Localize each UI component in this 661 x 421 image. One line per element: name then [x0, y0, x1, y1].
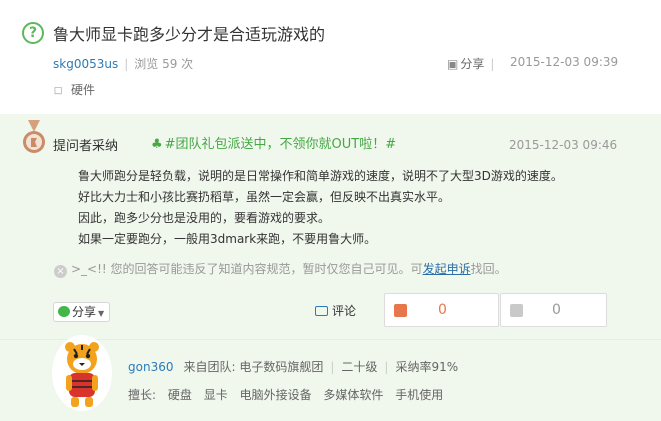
- comment-button[interactable]: 评论: [315, 302, 356, 319]
- question-title: 鲁大师显卡跑多少分才是合适玩游戏的: [53, 25, 326, 44]
- question-tag[interactable]: ◇ 硬件: [49, 81, 96, 100]
- moderation-notice: × >_<!! 您的回答可能违反了知道内容规范，暂时仅您自己可见。可发起申诉找回。: [54, 260, 507, 278]
- answer-body: 鲁大师跑分是轻负载，说明的是日常操作和简单游戏的速度，说明不了大型3D游戏的速度…: [78, 166, 563, 250]
- downvote-button[interactable]: 0: [500, 293, 607, 327]
- question-meta: skg0053us | 浏览 59 次: [53, 55, 193, 72]
- answerer-level: 二十级: [341, 360, 378, 374]
- answer-share-button[interactable]: 分享 ▼: [53, 302, 110, 322]
- question-share-button[interactable]: ▣ 分享 |: [447, 55, 500, 72]
- tag-icon: ◇: [49, 81, 67, 100]
- wechat-icon: [58, 306, 70, 317]
- tag-label: 硬件: [71, 83, 96, 97]
- skill-tag[interactable]: 电脑外接设备: [240, 388, 312, 402]
- skill-tag[interactable]: 手机使用: [395, 388, 443, 402]
- answerer-card: gon360 来自团队: 电子数码旗舰团 | 二十级 | 采纳率91% 擅长: 硬盘 显卡…: [0, 335, 661, 421]
- question-date: 2015-12-03 09:39: [510, 55, 619, 69]
- notice-text: >_<!! 您的回答可能违反了知道内容规范，暂时仅您自己可见。可: [71, 262, 423, 276]
- info-divider: |: [384, 360, 389, 374]
- gift-icon: ♣: [151, 137, 163, 152]
- skill-tag[interactable]: 显卡: [204, 388, 228, 402]
- appeal-link[interactable]: 发起申诉: [423, 262, 471, 276]
- answer-line: 好比大力士和小孩比赛扔稻草，虽然一定会赢，但反映不出真实水平。: [78, 190, 451, 204]
- answer-line: 如果一定要跑分，一般用3dmark来跑，不要用鲁大师。: [78, 232, 377, 246]
- answerer-team[interactable]: 来自团队: 电子数码旗舰团: [183, 360, 323, 374]
- thumbs-down-icon: [510, 304, 523, 317]
- accepted-badge: 提问者采纳: [53, 139, 119, 154]
- answerer-skills: 擅长: 硬盘 显卡 电脑外接设备 多媒体软件 手机使用: [128, 386, 443, 403]
- share-icon: ▣: [447, 57, 459, 71]
- answer-share-label: 分享: [72, 305, 97, 319]
- thumbs-up-icon: [394, 304, 407, 317]
- comment-label: 评论: [332, 304, 357, 318]
- upvote-button[interactable]: 0: [384, 293, 499, 327]
- share-label: 分享: [460, 57, 485, 71]
- adoption-rate: 采纳率91%: [395, 360, 459, 374]
- medal-icon: [23, 120, 45, 153]
- skill-tag[interactable]: 硬盘: [168, 388, 192, 402]
- answerer-info: gon360 来自团队: 电子数码旗舰团 | 二十级 | 采纳率91%: [128, 358, 458, 375]
- accepted-answer: 提问者采纳 ♣ #团队礼包派送中，不领你就OUT啦！# 2015-12-03 09…: [0, 114, 661, 339]
- notice-suffix: 找回。: [470, 262, 507, 276]
- view-count: 浏览 59 次: [134, 57, 194, 71]
- meta-divider: |: [124, 57, 129, 71]
- close-icon: ×: [54, 265, 67, 278]
- question-circle-icon: ?: [22, 22, 44, 44]
- answer-date: 2015-12-03 09:46: [509, 138, 618, 152]
- info-divider: |: [330, 360, 335, 374]
- divider: [0, 339, 661, 340]
- promo-link[interactable]: ♣ #团队礼包派送中，不领你就OUT啦！#: [151, 133, 396, 152]
- share-divider: |: [490, 57, 495, 71]
- skill-tag[interactable]: 多媒体软件: [323, 388, 383, 402]
- answer-line: 因此，跑多少分也是没用的，要看游戏的要求。: [78, 211, 331, 225]
- avatar[interactable]: [52, 335, 112, 411]
- promo-label: #团队礼包派送中，不领你就OUT啦！#: [164, 137, 397, 152]
- chevron-down-icon: ▼: [98, 309, 105, 318]
- comment-icon: [315, 306, 328, 316]
- skills-label: 擅长:: [128, 388, 157, 402]
- upvote-count: 0: [438, 302, 447, 318]
- downvote-count: 0: [552, 302, 561, 318]
- answer-line: 鲁大师跑分是轻负载，说明的是日常操作和简单游戏的速度，说明不了大型3D游戏的速度…: [78, 169, 563, 183]
- asker-username-link[interactable]: skg0053us: [53, 57, 118, 71]
- question-header: ? 鲁大师显卡跑多少分才是合适玩游戏的 skg0053us | 浏览 59 次 ▣ 分…: [0, 0, 661, 114]
- answerer-username-link[interactable]: gon360: [128, 360, 173, 374]
